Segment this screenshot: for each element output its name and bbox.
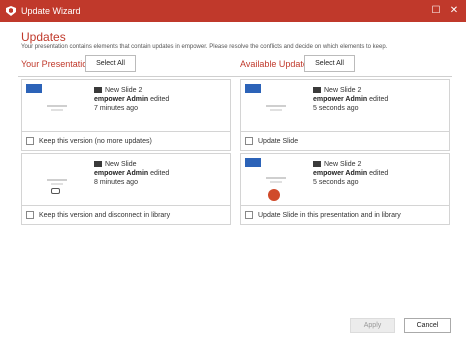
update-badge-icon	[268, 189, 280, 201]
edit-time: 5 seconds ago	[313, 179, 359, 186]
slide-card-local-2: New Slide empower Admin edited 8 minutes…	[21, 153, 231, 225]
edit-action: edited	[150, 96, 170, 103]
slide-thumbnail-title-line	[266, 177, 286, 179]
slide-name: New Slide	[105, 161, 137, 168]
cancel-button[interactable]: Cancel	[404, 318, 451, 333]
slide-name: New Slide 2	[324, 87, 362, 94]
slide-thumbnail-text-line	[51, 109, 63, 111]
update-slide-label[interactable]: Update Slide	[258, 137, 298, 146]
select-all-left-button[interactable]: Select All	[85, 55, 136, 72]
keep-and-disconnect-checkbox[interactable]	[26, 211, 34, 219]
edit-action: edited	[150, 170, 170, 177]
apply-button[interactable]: Apply	[350, 318, 395, 333]
maximize-button[interactable]: ☐	[428, 3, 444, 19]
slide-thumbnail-shape	[245, 158, 261, 167]
slide-thumbnail	[244, 83, 307, 130]
card-footer: Update Slide	[241, 131, 449, 150]
slide-name: New Slide 2	[324, 161, 362, 168]
slide-thumbnail-text-line	[270, 181, 282, 183]
slide-thumbnail-shape	[26, 84, 42, 93]
editor-name: empower Admin	[313, 96, 368, 103]
edit-action: edited	[369, 96, 389, 103]
slide-thumbnail	[244, 157, 307, 204]
slide-info: New Slide 2 empower Admin edited 5 secon…	[313, 86, 388, 113]
slide-info: New Slide 2 empower Admin edited 5 secon…	[313, 160, 388, 187]
editor-name: empower Admin	[94, 96, 149, 103]
available-updates-label: Available Updates	[240, 59, 313, 69]
slide-card-update-1: New Slide 2 empower Admin edited 5 secon…	[240, 79, 450, 151]
window-title: Update Wizard	[21, 6, 81, 16]
keep-and-disconnect-label[interactable]: Keep this version and disconnect in libr…	[39, 211, 170, 220]
edit-time: 8 minutes ago	[94, 179, 138, 186]
app-logo-icon	[6, 6, 16, 16]
edit-time: 7 minutes ago	[94, 105, 138, 112]
slide-thumbnail-title-line	[47, 179, 67, 181]
title-bar: Update Wizard ☐ ✕	[0, 0, 466, 22]
slide-thumbnail-text-line	[51, 183, 63, 185]
select-all-right-button[interactable]: Select All	[304, 55, 355, 72]
slide-thumbnail-title-line	[47, 105, 67, 107]
slide-thumbnail-title-line	[266, 105, 286, 107]
slide-name: New Slide 2	[105, 87, 143, 94]
card-footer: Update Slide in this presentation and in…	[241, 205, 449, 224]
update-slide-checkbox[interactable]	[245, 137, 253, 145]
header-divider	[18, 76, 452, 77]
slide-card-local-1: New Slide 2 empower Admin edited 7 minut…	[21, 79, 231, 151]
edit-action: edited	[369, 170, 389, 177]
slide-thumbnail	[25, 83, 88, 130]
update-in-library-checkbox[interactable]	[245, 211, 253, 219]
page-title: Updates	[21, 30, 66, 44]
card-footer: Keep this version and disconnect in libr…	[22, 205, 230, 224]
slide-icon	[94, 87, 102, 93]
keep-version-label[interactable]: Keep this version (no more updates)	[39, 137, 152, 146]
page-description: Your presentation contains elements that…	[21, 44, 388, 50]
your-presentation-label: Your Presentation	[21, 59, 93, 69]
slide-icon	[94, 161, 102, 167]
slide-thumbnail	[25, 157, 88, 204]
card-footer: Keep this version (no more updates)	[22, 131, 230, 150]
keep-version-checkbox[interactable]	[26, 137, 34, 145]
library-link-icon	[51, 188, 60, 194]
slide-thumbnail-text-line	[270, 109, 282, 111]
update-in-library-label[interactable]: Update Slide in this presentation and in…	[258, 211, 401, 220]
close-button[interactable]: ✕	[446, 3, 462, 19]
editor-name: empower Admin	[313, 170, 368, 177]
slide-icon	[313, 87, 321, 93]
slide-info: New Slide empower Admin edited 8 minutes…	[94, 160, 169, 187]
slide-icon	[313, 161, 321, 167]
edit-time: 5 seconds ago	[313, 105, 359, 112]
slide-card-update-2: New Slide 2 empower Admin edited 5 secon…	[240, 153, 450, 225]
editor-name: empower Admin	[94, 170, 149, 177]
slide-info: New Slide 2 empower Admin edited 7 minut…	[94, 86, 169, 113]
slide-thumbnail-shape	[245, 84, 261, 93]
